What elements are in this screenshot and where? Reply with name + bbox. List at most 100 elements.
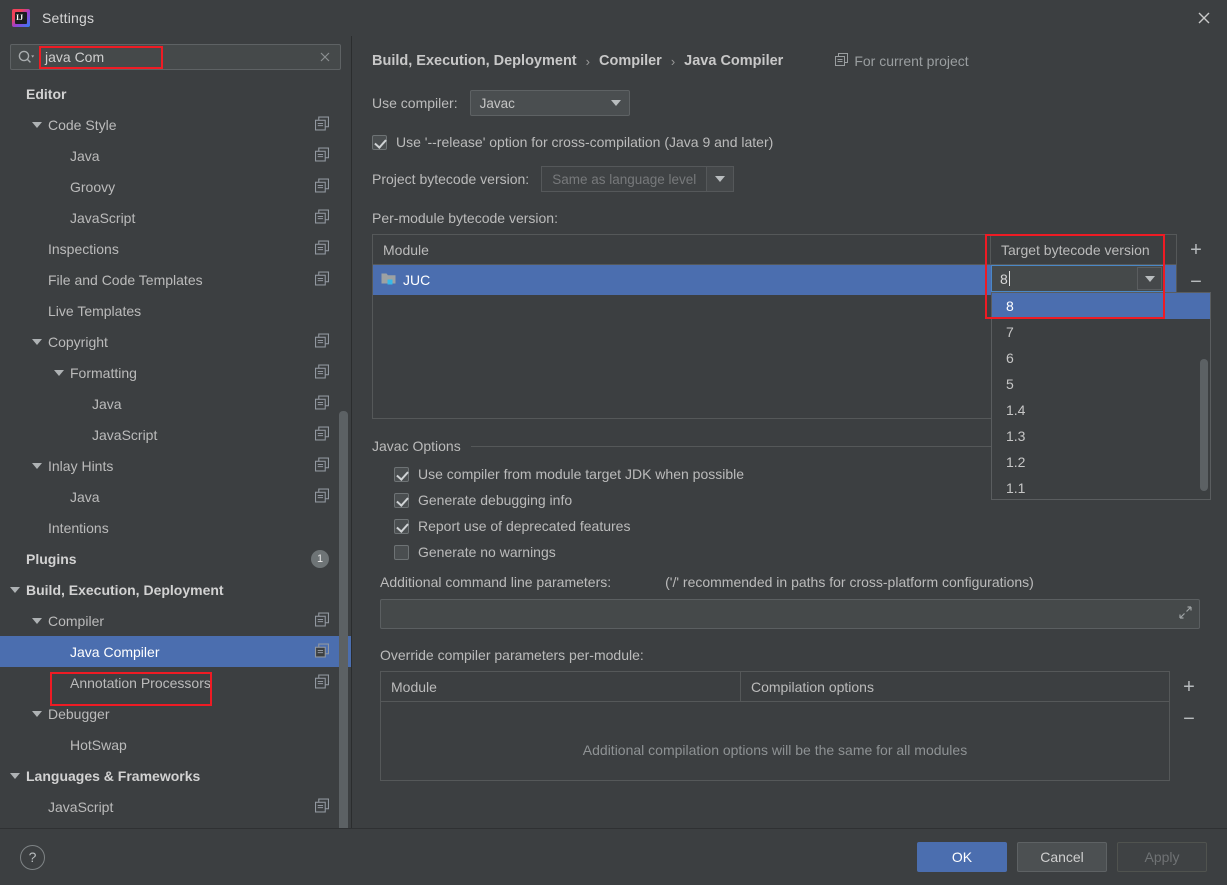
project-bytecode-label: Project bytecode version: xyxy=(372,171,530,187)
sidebar-item-inspections[interactable]: Inspections xyxy=(0,233,351,264)
chevron-down-icon[interactable] xyxy=(8,583,22,597)
copy-icon[interactable] xyxy=(315,798,329,815)
copy-icon[interactable] xyxy=(315,426,329,443)
sidebar-item-java[interactable]: Java xyxy=(0,140,351,171)
javac-option-generate-no-warnings-checkbox[interactable]: Generate no warnings xyxy=(394,544,1211,560)
plus-icon[interactable]: + xyxy=(1175,671,1203,703)
sidebar-item-label: Code Style xyxy=(48,116,117,133)
search-input[interactable]: java Com xyxy=(10,44,341,70)
column-header-module[interactable]: Module xyxy=(381,672,741,701)
sidebar-item-build-execution-deployment[interactable]: Build, Execution, Deployment xyxy=(0,574,351,605)
project-bytecode-select[interactable]: Same as language level xyxy=(541,166,735,192)
search-clear-icon[interactable] xyxy=(316,48,334,66)
copy-icon[interactable] xyxy=(315,674,329,691)
copy-icon[interactable] xyxy=(315,116,329,133)
copy-icon[interactable] xyxy=(315,240,329,257)
dropdown-option[interactable]: 1.3 xyxy=(992,423,1210,449)
copy-icon[interactable] xyxy=(315,643,329,660)
sidebar-item-live-templates[interactable]: Live Templates xyxy=(0,295,351,326)
settings-tree[interactable]: Editor Code Style Java Groovy JavaScript Insp… xyxy=(0,76,351,828)
dropdown-option[interactable]: 1.1 xyxy=(992,475,1210,499)
chevron-down-icon[interactable] xyxy=(30,614,44,628)
dropdown-option[interactable]: 7 xyxy=(992,319,1210,345)
additional-params-input[interactable] xyxy=(380,599,1200,629)
help-button[interactable]: ? xyxy=(20,844,45,870)
checkbox-box xyxy=(394,492,409,508)
breadcrumb-item-2[interactable]: Java Compiler xyxy=(684,53,783,69)
cancel-button[interactable]: Cancel xyxy=(1017,842,1107,872)
dropdown-option[interactable]: 6 xyxy=(992,345,1210,371)
dropdown-option[interactable]: 1.4 xyxy=(992,397,1210,423)
copy-icon[interactable] xyxy=(315,395,329,412)
for-current-project-label[interactable]: For current project xyxy=(835,53,969,69)
use-compiler-select[interactable]: Javac xyxy=(469,90,630,116)
chevron-down-icon[interactable] xyxy=(30,335,44,349)
sidebar-item-hotswap[interactable]: HotSwap xyxy=(0,729,351,760)
sidebar-item-groovy[interactable]: Groovy xyxy=(0,171,351,202)
copy-icon[interactable] xyxy=(315,147,329,164)
sidebar-item-editor[interactable]: Editor xyxy=(0,78,351,109)
sidebar-item-javascript[interactable]: JavaScript xyxy=(0,419,351,450)
sidebar-item-javascript[interactable]: JavaScript xyxy=(0,202,351,233)
javac-option-report-use-of-deprecated-features-checkbox[interactable]: Report use of deprecated features xyxy=(394,518,1211,534)
chevron-down-icon[interactable] xyxy=(706,166,735,192)
sidebar-item-formatting[interactable]: Formatting xyxy=(0,357,351,388)
plus-icon[interactable]: + xyxy=(1182,234,1210,266)
chevron-down-icon[interactable] xyxy=(52,366,66,380)
intellij-idea-logo-icon: IJ xyxy=(12,9,30,27)
sidebar-item-debugger[interactable]: Debugger xyxy=(0,698,351,729)
dropdown-scrollbar[interactable] xyxy=(1200,359,1208,491)
sidebar-item-java-compiler[interactable]: Java Compiler xyxy=(0,636,351,667)
sidebar-item-languages-frameworks[interactable]: Languages & Frameworks xyxy=(0,760,351,791)
sidebar-item-compiler[interactable]: Compiler xyxy=(0,605,351,636)
copy-icon[interactable] xyxy=(315,364,329,381)
sidebar-item-javascript[interactable]: JavaScript xyxy=(0,791,351,822)
column-header-compilation-options[interactable]: Compilation options xyxy=(741,672,1169,701)
sidebar-scrollbar[interactable] xyxy=(339,411,348,866)
chevron-down-icon[interactable] xyxy=(30,459,44,473)
target-bytecode-value: 8 xyxy=(1000,270,1008,287)
apply-button[interactable]: Apply xyxy=(1117,842,1207,872)
javac-option-label: Generate no warnings xyxy=(418,544,556,560)
sidebar-item-annotation-processors[interactable]: Annotation Processors xyxy=(0,667,351,698)
copy-icon[interactable] xyxy=(315,271,329,288)
sidebar-item-copyright[interactable]: Copyright xyxy=(0,326,351,357)
chevron-down-icon[interactable] xyxy=(8,769,22,783)
breadcrumb-item-1[interactable]: Compiler xyxy=(599,53,662,69)
dropdown-option[interactable]: 8 xyxy=(992,293,1210,319)
copy-icon[interactable] xyxy=(315,178,329,195)
sidebar-item-intentions[interactable]: Intentions xyxy=(0,512,351,543)
target-bytecode-dropdown-list[interactable]: 8 7 6 5 1.4 1.3 1.2 1.1 xyxy=(991,292,1211,500)
dropdown-option[interactable]: 1.2 xyxy=(992,449,1210,475)
search-icon xyxy=(17,49,35,65)
sidebar-item-file-and-code-templates[interactable]: File and Code Templates xyxy=(0,264,351,295)
breadcrumb-item-0[interactable]: Build, Execution, Deployment xyxy=(372,53,577,69)
sidebar-item-inlay-hints[interactable]: Inlay Hints xyxy=(0,450,351,481)
sidebar-item-java[interactable]: Java xyxy=(0,481,351,512)
column-header-target-bytecode[interactable]: Target bytecode version xyxy=(991,235,1176,264)
sidebar-item-label: Java xyxy=(70,147,100,164)
ok-button[interactable]: OK xyxy=(917,842,1007,872)
chevron-down-icon[interactable] xyxy=(30,707,44,721)
copy-icon[interactable] xyxy=(315,209,329,226)
minus-icon[interactable]: − xyxy=(1175,703,1203,735)
chevron-down-icon[interactable] xyxy=(1137,267,1162,290)
copy-icon[interactable] xyxy=(315,333,329,350)
copy-icon[interactable] xyxy=(315,488,329,505)
chevron-down-icon[interactable] xyxy=(30,118,44,132)
sidebar-item-code-style[interactable]: Code Style xyxy=(0,109,351,140)
dropdown-option[interactable]: 5 xyxy=(992,371,1210,397)
target-bytecode-combo-input[interactable]: 8 xyxy=(991,265,1164,292)
copy-icon[interactable] xyxy=(315,612,329,629)
close-icon[interactable] xyxy=(1181,0,1227,36)
use-release-option-checkbox[interactable]: Use '--release' option for cross-compila… xyxy=(372,134,1211,150)
expand-icon[interactable] xyxy=(1179,606,1192,622)
sidebar-item-label: Java xyxy=(70,488,100,505)
column-header-module[interactable]: Module xyxy=(373,235,991,264)
copy-icon[interactable] xyxy=(315,457,329,474)
sidebar-item-plugins[interactable]: Plugins 1 xyxy=(0,543,351,574)
sidebar-item-java[interactable]: Java xyxy=(0,388,351,419)
project-bytecode-value: Same as language level xyxy=(541,166,707,192)
